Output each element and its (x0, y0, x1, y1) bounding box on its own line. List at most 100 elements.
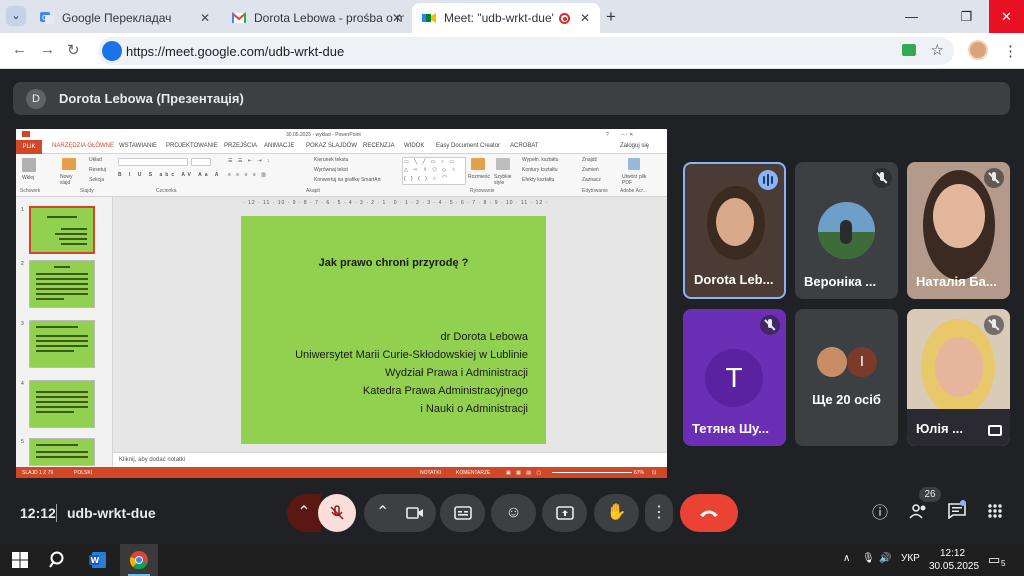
taskbar-date[interactable]: 30.05.2025 (929, 561, 979, 572)
tab-title: Google Перекладач (62, 11, 172, 25)
present-screen-button[interactable] (542, 494, 587, 532)
audio-options-button[interactable]: ⌃ (287, 494, 321, 532)
notes-pane: Kliknij, aby dodać notatki (113, 452, 667, 467)
taskbar-time[interactable]: 12:12 (940, 548, 965, 559)
search-icon[interactable] (48, 550, 68, 570)
ppt-window-title: 30.05.2025 - wykład - PowerPoint (286, 132, 361, 138)
close-tab-icon[interactable]: ✕ (200, 11, 210, 25)
participant-tile[interactable]: Вероніка ... (795, 162, 898, 299)
leave-call-button[interactable] (680, 494, 738, 532)
participant-tile[interactable]: Dorota Leb... (683, 162, 786, 299)
group-slides: Slajdy (80, 188, 94, 194)
ppt-tab-easy-document-creator: Easy Document Creator (436, 143, 501, 149)
presenter-avatar: D (26, 89, 46, 109)
group-clipboard: Schowek (20, 188, 41, 194)
chat-icon[interactable] (946, 500, 968, 525)
tab-search-button[interactable]: ⌄ (6, 6, 26, 26)
meet-extension-icon[interactable] (902, 44, 916, 56)
slide-thumbnail (29, 320, 95, 368)
participant-tile[interactable]: Наталія Ба... (907, 162, 1010, 299)
address-bar: ← → ↻ https://meet.google.com/udb-wrkt-d… (0, 33, 1024, 69)
participant-tile[interactable]: Юлія ... (907, 309, 1010, 446)
ppt-tab-home: NARZĘDZIA GŁÓWNE (52, 143, 115, 149)
meeting-time: 12:12 (20, 505, 56, 521)
minimize-button[interactable]: — (889, 0, 934, 33)
windows-taskbar: W ∧ 🎙 🔊 УКР 12:12 30.05.2025 ▭ 5 (0, 544, 1024, 576)
windows-start-icon[interactable] (10, 550, 30, 570)
volume-icon[interactable]: 🔊 (879, 553, 891, 564)
close-tab-icon[interactable]: ✕ (580, 11, 590, 25)
ppt-app-icon (22, 131, 30, 137)
activities-icon[interactable] (984, 503, 1006, 525)
slide-line: i Nauki o Administracji (420, 403, 528, 415)
chevron-up-icon: ⌃ (376, 504, 390, 521)
more-participants-tile[interactable]: I Ще 20 осіб (795, 309, 898, 446)
slide-thumbnail (29, 380, 95, 428)
slide-thumbnail (29, 438, 95, 466)
shapes-row-2: △ ⇨ ⇧ ⬠ ◇ ☆ (404, 167, 458, 173)
ppt-tab-transitions: PRZEJŚCIA (224, 143, 258, 149)
tray-chevron-icon[interactable]: ∧ (843, 553, 850, 564)
microphone-button[interactable] (318, 494, 356, 532)
notifications-icon[interactable]: ▭ (988, 552, 1000, 568)
reload-icon[interactable]: ↻ (67, 41, 80, 59)
arrange-icon (471, 158, 485, 170)
close-window-button[interactable]: ✕ (989, 0, 1024, 33)
tab-google-translate[interactable]: G Google Перекладач ✕ (30, 3, 220, 33)
participant-name: Юлія ... (916, 421, 963, 436)
word-icon[interactable]: W (88, 550, 108, 570)
ppt-tab-animations: ANIMACJE (264, 143, 295, 149)
participant-tile[interactable]: T Тетяна Шу... (683, 309, 786, 446)
participant-face (933, 184, 985, 248)
participant-avatar (818, 202, 875, 259)
notes-toggle: NOTATKI (420, 470, 441, 476)
slide-thumbnail (29, 260, 95, 308)
captions-button[interactable] (440, 494, 485, 532)
create-pdf-icon (628, 158, 640, 170)
gmail-icon (232, 12, 246, 23)
chrome-taskbar-button[interactable] (120, 544, 158, 576)
input-language[interactable]: УКР (901, 553, 920, 564)
ppt-tab-view: WIDOK (404, 143, 425, 149)
camera-button[interactable]: ⌃ (364, 494, 436, 532)
forward-icon[interactable]: → (40, 41, 55, 58)
pin-tile-icon[interactable] (988, 425, 1002, 436)
participant-name: Вероніка ... (804, 274, 877, 289)
tab-title: Dorota Lebowa - prośba o moż (254, 11, 404, 25)
url-field[interactable]: https://meet.google.com/udb-wrkt-due ☆ (98, 37, 954, 65)
ppt-tab-file: PLIK (16, 140, 42, 154)
people-icon[interactable] (908, 503, 930, 525)
slide-line: Katedra Prawa Administracyjnego (362, 385, 528, 397)
slide-title: Jak prawo chroni przyrodę ? (318, 257, 469, 269)
chevron-up-icon: ⌃ (297, 504, 311, 521)
reactions-button[interactable]: ☺ (491, 494, 536, 532)
bookmark-star-icon[interactable]: ☆ (931, 41, 944, 59)
emoji-icon: ☺ (505, 504, 522, 521)
end-call-icon (700, 510, 718, 517)
site-info-icon[interactable] (102, 41, 122, 61)
tab-google-meet[interactable]: Meet: "udb-wrkt-due" ✕ (412, 3, 600, 33)
zoom-slider (552, 472, 632, 473)
paste-icon (22, 158, 36, 172)
more-options-button[interactable]: ⋮ (645, 494, 673, 532)
section-label: Sekcja (89, 177, 105, 183)
mic-off-icon (872, 168, 892, 188)
browser-menu-icon[interactable]: ⋮ (1003, 42, 1018, 60)
meeting-info-icon[interactable]: ⓘ (869, 503, 891, 525)
tab-gmail[interactable]: Dorota Lebowa - prośba o moż ✕ (222, 3, 412, 33)
back-icon[interactable]: ← (12, 41, 27, 58)
new-tab-button[interactable]: + (606, 7, 616, 27)
chrome-icon (129, 551, 148, 570)
tab-title: Meet: "udb-wrkt-due" (444, 11, 554, 25)
slide-thumbnails: 1 2 3 4 5 (16, 197, 113, 467)
raise-hand-button[interactable]: ✋ (594, 494, 639, 532)
profile-avatar[interactable] (968, 40, 988, 60)
maximize-button[interactable]: ❐ (944, 0, 989, 33)
paste-label: Wklej (22, 175, 35, 181)
close-tab-icon[interactable]: ✕ (392, 11, 402, 25)
create-pdf-label: Utwórz plik PDF (622, 174, 647, 186)
ppt-tab-acrobat: ACROBAT (510, 143, 539, 149)
current-slide: Jak prawo chroni przyrodę ? dr Dorota Le… (241, 216, 546, 444)
select-label: Zaznacz (582, 177, 601, 183)
find-label: Znajdź (582, 157, 598, 163)
